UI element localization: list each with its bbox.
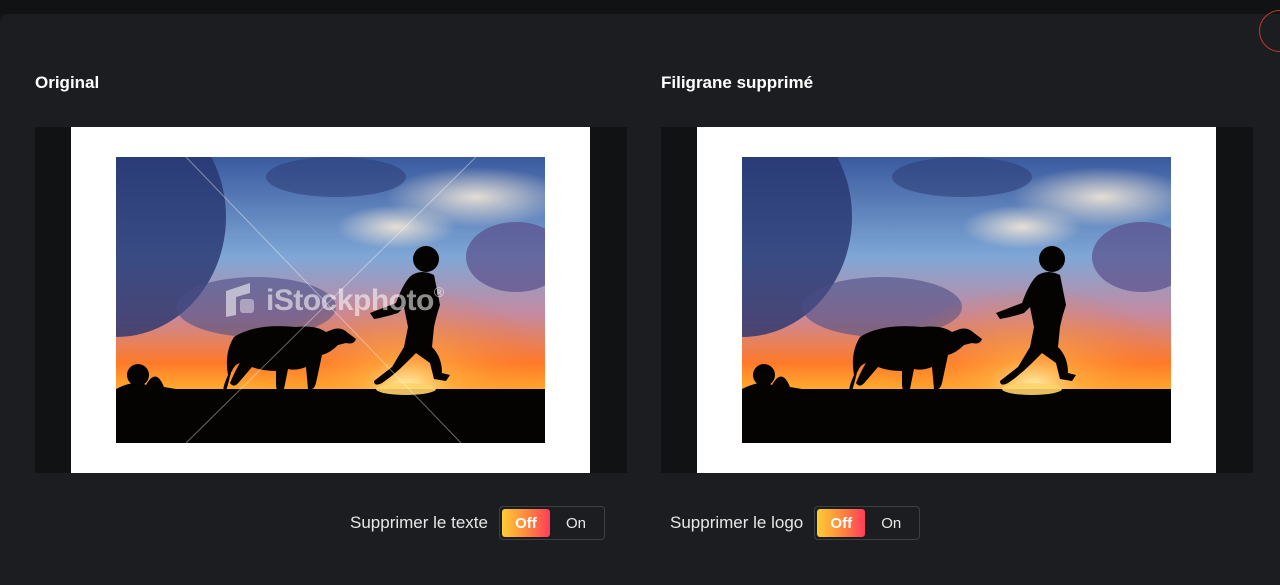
remove-text-off-option[interactable]: Off: [501, 509, 550, 537]
original-viewer: iStockphoto®: [35, 127, 627, 473]
remove-logo-toggle[interactable]: Off On: [814, 506, 921, 540]
result-photo: [742, 157, 1171, 443]
close-icon[interactable]: [1259, 10, 1280, 52]
remove-logo-off-option[interactable]: Off: [817, 509, 866, 537]
remove-logo-label: Supprimer le logo: [670, 513, 804, 532]
remove-text-label: Supprimer le texte: [350, 513, 488, 532]
remove-logo-on-option[interactable]: On: [865, 509, 917, 537]
watermark-text: iStockphoto®: [266, 284, 444, 317]
result-photo-frame: [697, 127, 1216, 473]
original-title: Original: [35, 73, 100, 92]
remove-text-on-option[interactable]: On: [550, 509, 602, 537]
original-photo: iStockphoto®: [116, 157, 545, 443]
comparison-panel: Original iStockphoto® Filigrane supprimé…: [0, 10, 1280, 585]
remove-text-toggle[interactable]: Off On: [498, 506, 605, 540]
top-strip: [0, 0, 1280, 14]
original-photo-frame: iStockphoto®: [71, 127, 590, 473]
watermark-logo-icon: [226, 283, 254, 317]
result-title: Filigrane supprimé: [661, 73, 814, 92]
remove-text-control: Supprimer le texte Off On: [350, 505, 605, 541]
sunset-scene-image-clean: [742, 157, 1171, 443]
result-viewer: [661, 127, 1253, 473]
remove-logo-control: Supprimer le logo Off On: [670, 505, 921, 541]
